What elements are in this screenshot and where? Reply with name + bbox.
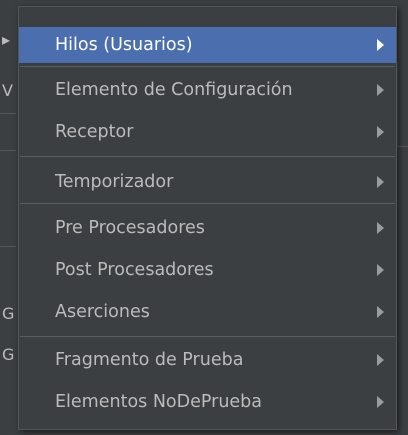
background-divider [397, 146, 408, 147]
background-divider [0, 113, 16, 114]
background-divider [397, 62, 398, 148]
submenu-arrow-icon [377, 264, 384, 276]
background-divider [0, 150, 16, 151]
submenu-arrow-icon [377, 222, 384, 234]
menu-item-aserciones[interactable]: Aserciones [19, 294, 396, 330]
menu-item-pre-procesadores[interactable]: Pre Procesadores [19, 210, 396, 246]
menu-separator [20, 203, 395, 204]
menu-item-label: Post Procesadores [55, 260, 214, 280]
menu-item-receptor[interactable]: Receptor [19, 114, 396, 150]
background-divider [0, 246, 16, 247]
menu-item-label: Elementos NoDePrueba [55, 392, 263, 412]
submenu-arrow-icon [377, 306, 384, 318]
menu-item-temporizador[interactable]: Temporizador [19, 164, 396, 200]
submenu-arrow-icon [377, 39, 384, 51]
menu-item-label: Hilos (Usuarios) [55, 35, 193, 55]
submenu-arrow-icon [377, 84, 384, 96]
menu-separator [20, 336, 395, 337]
menu-item-post-procesadores[interactable]: Post Procesadores [19, 252, 396, 288]
insert-element-menu: Hilos (Usuarios) Elemento de Configuraci… [18, 6, 397, 430]
submenu-arrow-icon [377, 176, 384, 188]
background-arrow-icon: ▸ [2, 30, 11, 49]
menu-item-label: Fragmento de Prueba [55, 350, 244, 370]
menu-item-elementos-nodeprueba[interactable]: Elementos NoDePrueba [19, 384, 396, 420]
menu-item-label: Elemento de Configuración [55, 80, 293, 100]
background-text-fragment: G [2, 304, 15, 323]
submenu-arrow-icon [377, 354, 384, 366]
app-window: ▸ V G G Hilos (Usuarios) Elemento de Con… [0, 0, 408, 435]
menu-item-label: Aserciones [55, 302, 150, 322]
menu-item-fragmento-de-prueba[interactable]: Fragmento de Prueba [19, 342, 396, 378]
submenu-arrow-icon [377, 396, 384, 408]
menu-item-elemento-de-configuracion[interactable]: Elemento de Configuración [19, 72, 396, 108]
submenu-arrow-icon [377, 126, 384, 138]
menu-item-hilos-usuarios[interactable]: Hilos (Usuarios) [19, 27, 396, 63]
background-panel: ▸ V G G [0, 0, 16, 435]
background-text-fragment: V [2, 81, 13, 100]
menu-separator [20, 156, 395, 157]
menu-item-label: Receptor [55, 122, 134, 142]
menu-item-label: Pre Procesadores [55, 218, 205, 238]
menu-item-label: Temporizador [55, 172, 174, 192]
menu-separator [20, 66, 395, 67]
background-text-fragment: G [2, 345, 15, 364]
